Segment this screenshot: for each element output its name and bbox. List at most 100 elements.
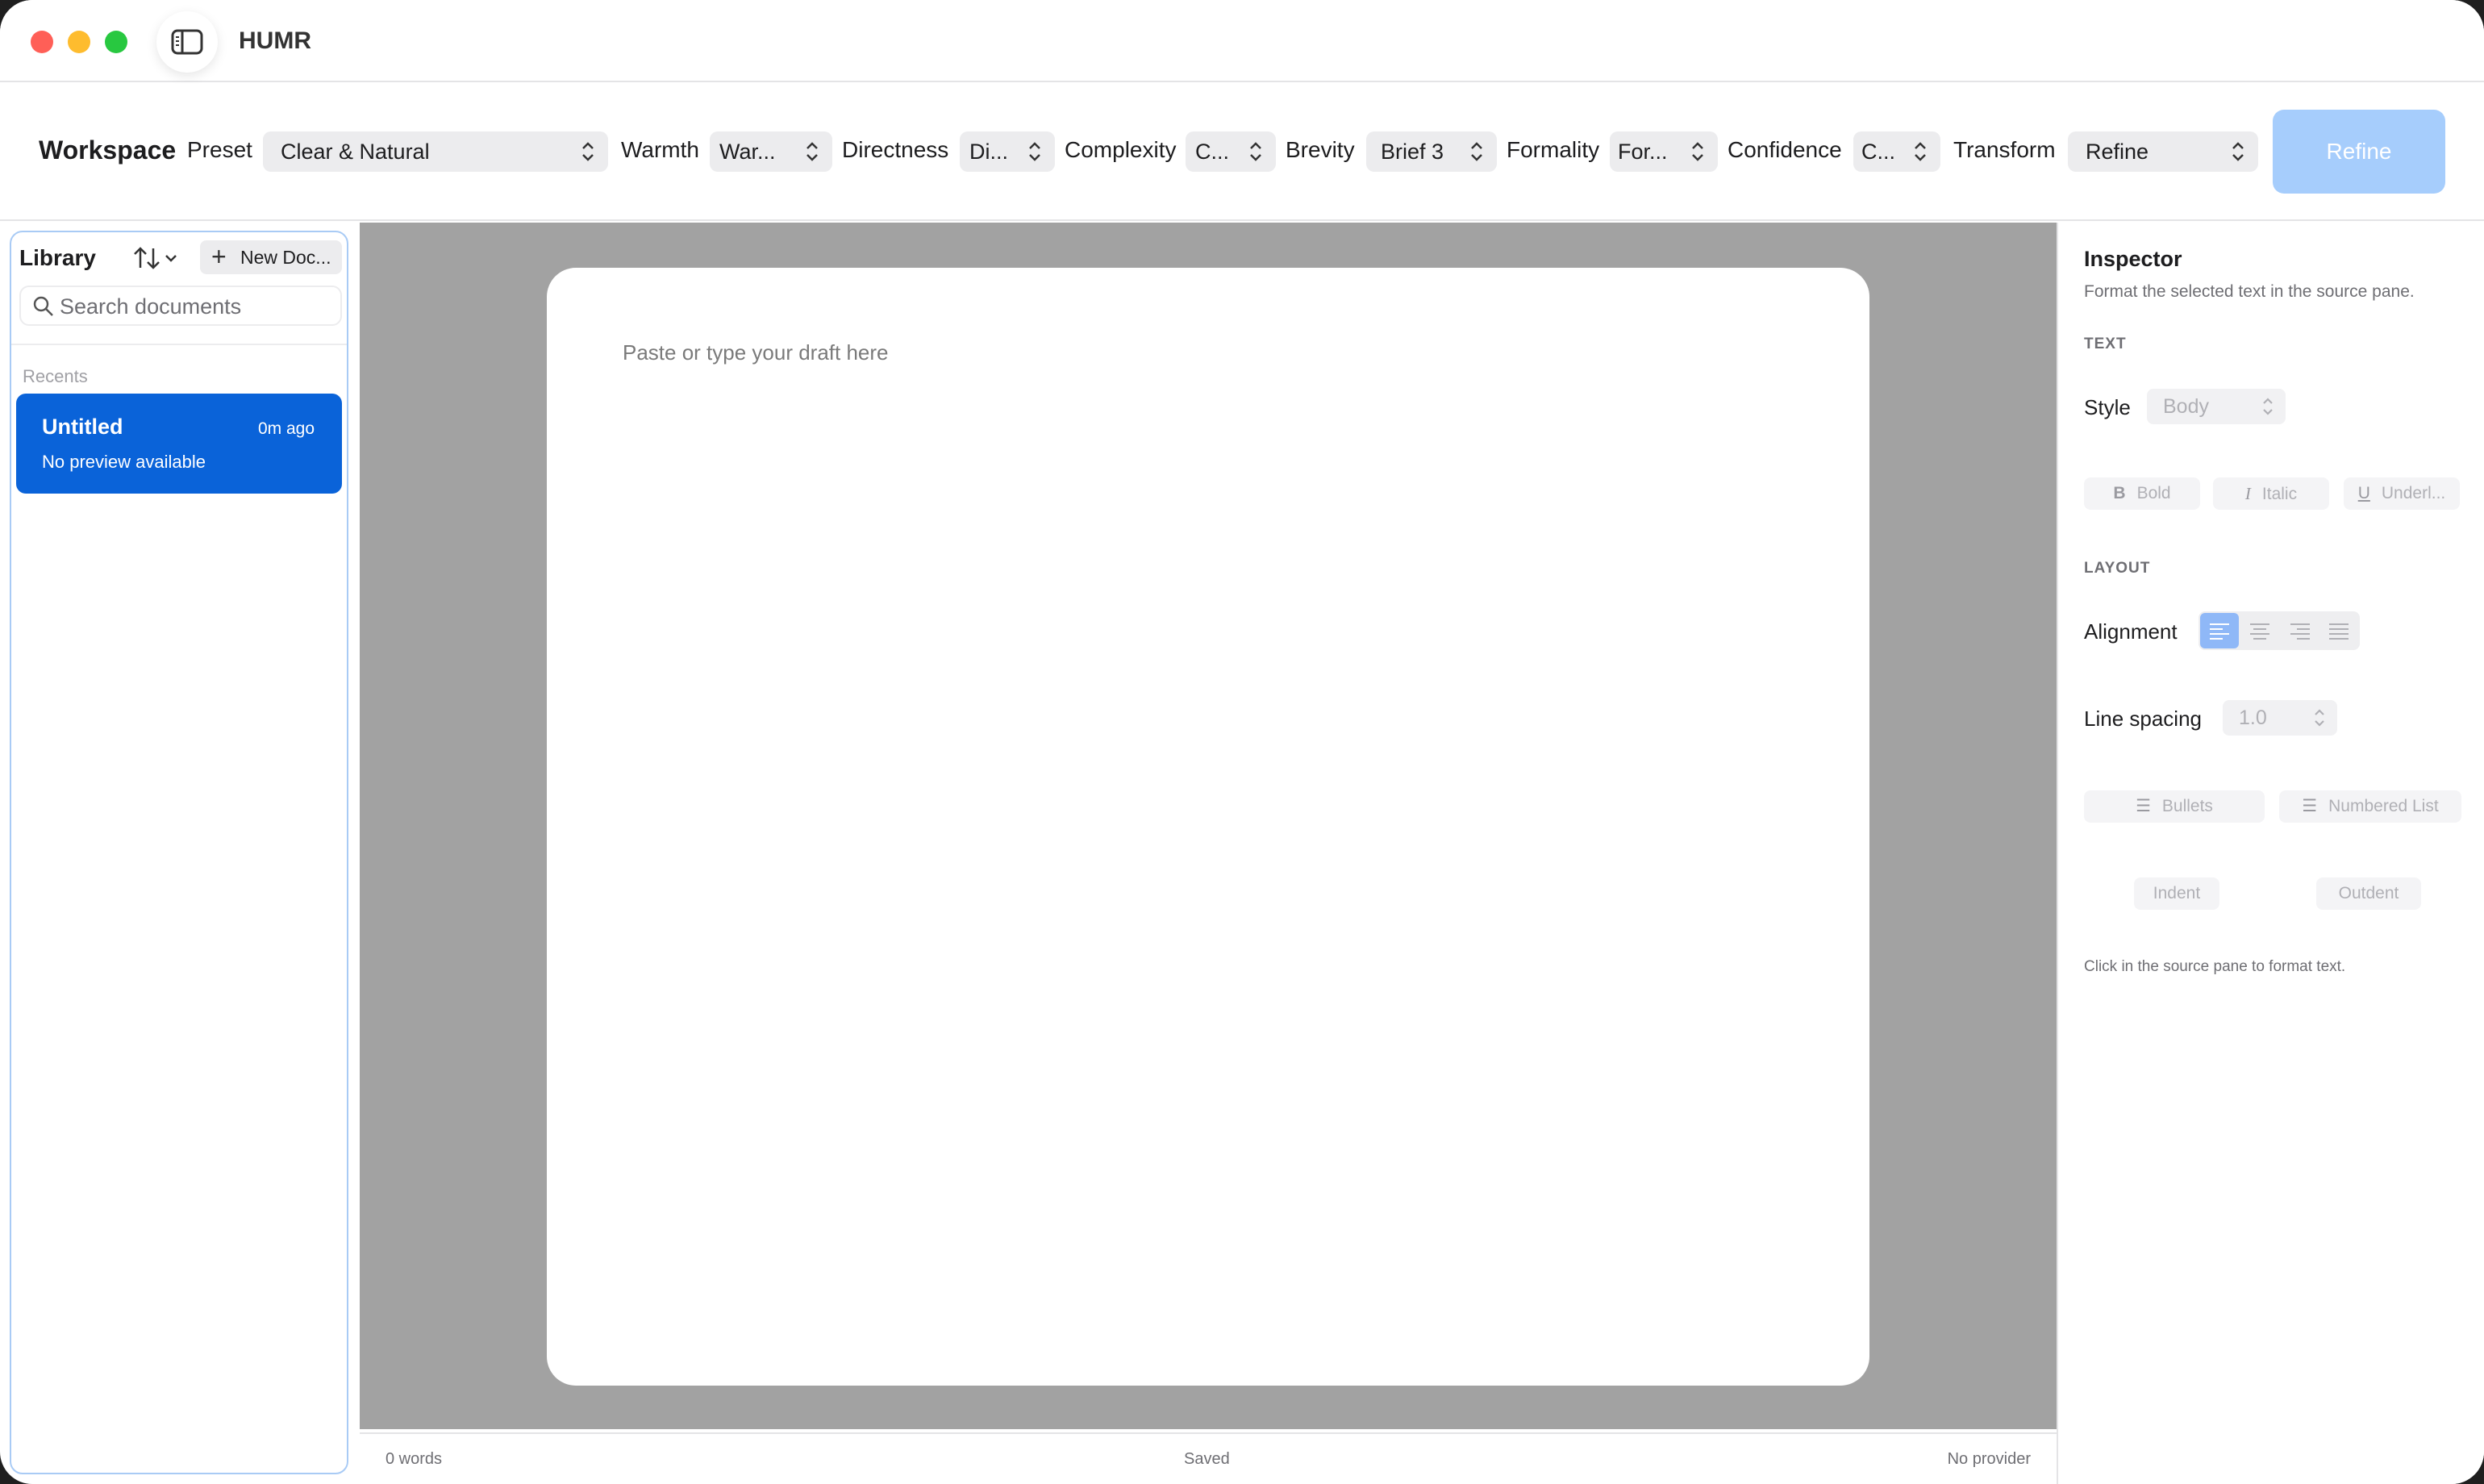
italic-icon: I	[2244, 484, 2251, 503]
inspector-title: Inspector	[2084, 247, 2182, 271]
numbered-list-label: Numbered List	[2328, 797, 2439, 815]
document-preview: No preview available	[42, 452, 206, 472]
save-status: Saved	[1184, 1450, 1230, 1468]
bullets-label: Bullets	[2161, 797, 2213, 815]
app-title: HUMR	[239, 27, 311, 54]
confidence-select[interactable]: C...	[1853, 131, 1940, 172]
plus-icon: +	[211, 242, 227, 271]
underline-icon: U	[2357, 484, 2370, 502]
style-value: Body	[2163, 395, 2209, 418]
align-right-button[interactable]	[2281, 613, 2319, 648]
formality-select[interactable]: For...	[1610, 131, 1718, 172]
refine-button[interactable]: Refine	[2273, 110, 2445, 194]
library-title: Library	[19, 245, 96, 270]
new-document-label: New Doc...	[240, 247, 331, 268]
indent-button[interactable]: Indent	[2134, 877, 2219, 910]
align-right-icon	[2290, 623, 2310, 640]
document-list-item[interactable]: Untitled 0m ago No preview available	[16, 394, 342, 494]
new-document-button[interactable]: + New Doc...	[200, 240, 342, 274]
list-number-icon: ☰	[2302, 797, 2318, 815]
status-bar: 0 words Saved No provider	[360, 1432, 2057, 1484]
inspector-subtitle: Format the selected text in the source p…	[2084, 282, 2415, 301]
bold-label: Bold	[2136, 484, 2171, 502]
complexity-label: Complexity	[1065, 137, 1177, 162]
chevron-updown-icon	[1915, 142, 1926, 161]
preset-label: Preset	[187, 137, 252, 162]
editor-area	[360, 223, 2057, 1429]
italic-button[interactable]: I Italic	[2213, 477, 2329, 510]
confidence-label: Confidence	[1728, 137, 1842, 162]
document-time: 0m ago	[257, 419, 315, 438]
library-sidebar: Library + New Doc... Recents Untitled 0m…	[10, 231, 348, 1474]
formality-label: Formality	[1507, 137, 1600, 162]
align-justify-icon	[2329, 623, 2349, 640]
align-justify-button[interactable]	[2319, 613, 2358, 648]
library-divider	[11, 344, 347, 345]
list-bullet-icon: ☰	[2136, 797, 2151, 815]
underline-label: Underl...	[2381, 484, 2446, 502]
directness-value: Di...	[969, 140, 1009, 164]
preset-select[interactable]: Clear & Natural	[263, 131, 608, 172]
bold-button[interactable]: B Bold	[2084, 477, 2200, 510]
align-center-button[interactable]	[2240, 613, 2279, 648]
alignment-segmented-control	[2199, 611, 2360, 650]
transform-label: Transform	[1953, 137, 2056, 162]
minimize-window-button[interactable]	[68, 31, 90, 53]
brevity-select[interactable]: Brief 3	[1366, 131, 1497, 172]
warmth-label: Warmth	[621, 137, 699, 162]
toolbar: Workspace Preset Clear & Natural Warmth …	[0, 84, 2484, 221]
numbered-list-button[interactable]: ☰ Numbered List	[2279, 790, 2461, 823]
underline-button[interactable]: U Underl...	[2344, 477, 2460, 510]
title-bar: HUMR	[0, 0, 2484, 82]
line-spacing-label: Line spacing	[2084, 707, 2202, 731]
bullets-button[interactable]: ☰ Bullets	[2084, 790, 2265, 823]
document-title: Untitled	[42, 415, 123, 439]
search-field	[19, 286, 342, 326]
complexity-value: C...	[1195, 140, 1230, 164]
zoom-window-button[interactable]	[105, 31, 127, 53]
chevron-updown-icon	[2263, 398, 2273, 415]
recents-label: Recents	[23, 366, 88, 386]
layout-section-heading: LAYOUT	[2084, 560, 2151, 577]
italic-label: Italic	[2261, 485, 2298, 503]
transform-value: Refine	[2086, 140, 2149, 164]
chevron-updown-icon	[1250, 142, 1261, 161]
close-window-button[interactable]	[31, 31, 53, 53]
align-left-icon	[2210, 623, 2229, 640]
chevron-updown-icon	[582, 142, 594, 161]
style-select[interactable]: Body	[2147, 389, 2286, 424]
chevron-updown-icon	[806, 142, 818, 161]
directness-label: Directness	[842, 137, 949, 162]
app-window: HUMR Workspace Preset Clear & Natural Wa…	[0, 0, 2484, 1484]
warmth-select[interactable]: War...	[710, 131, 832, 172]
align-left-button[interactable]	[2200, 613, 2239, 648]
chevron-updown-icon	[2315, 709, 2324, 727]
draft-editor[interactable]	[623, 340, 1816, 1349]
style-label: Style	[2084, 395, 2131, 419]
preset-value: Clear & Natural	[281, 140, 430, 164]
search-icon	[33, 296, 53, 316]
chevron-updown-icon	[2232, 142, 2244, 161]
chevron-updown-icon	[1692, 142, 1703, 161]
formality-value: For...	[1618, 140, 1668, 164]
brevity-value: Brief 3	[1381, 140, 1444, 164]
transform-select[interactable]: Refine	[2068, 131, 2258, 172]
line-spacing-value: 1.0	[2239, 707, 2267, 729]
line-spacing-select[interactable]: 1.0	[2223, 700, 2337, 736]
chevron-updown-icon	[1029, 142, 1040, 161]
confidence-value: C...	[1861, 140, 1896, 164]
align-center-icon	[2250, 623, 2269, 640]
sidebar-toggle-icon	[171, 29, 203, 55]
directness-select[interactable]: Di...	[960, 131, 1055, 172]
chevron-updown-icon	[1471, 142, 1482, 161]
text-section-heading: TEXT	[2084, 336, 2127, 352]
alignment-label: Alignment	[2084, 619, 2178, 644]
sort-button[interactable]	[132, 244, 194, 273]
sidebar-toggle-button[interactable]	[156, 11, 218, 73]
sort-icon	[134, 247, 177, 269]
provider-status: No provider	[1947, 1450, 2031, 1468]
complexity-select[interactable]: C...	[1186, 131, 1276, 172]
outdent-button[interactable]: Outdent	[2316, 877, 2421, 910]
editor-page	[547, 268, 1869, 1386]
search-input[interactable]	[60, 292, 334, 321]
